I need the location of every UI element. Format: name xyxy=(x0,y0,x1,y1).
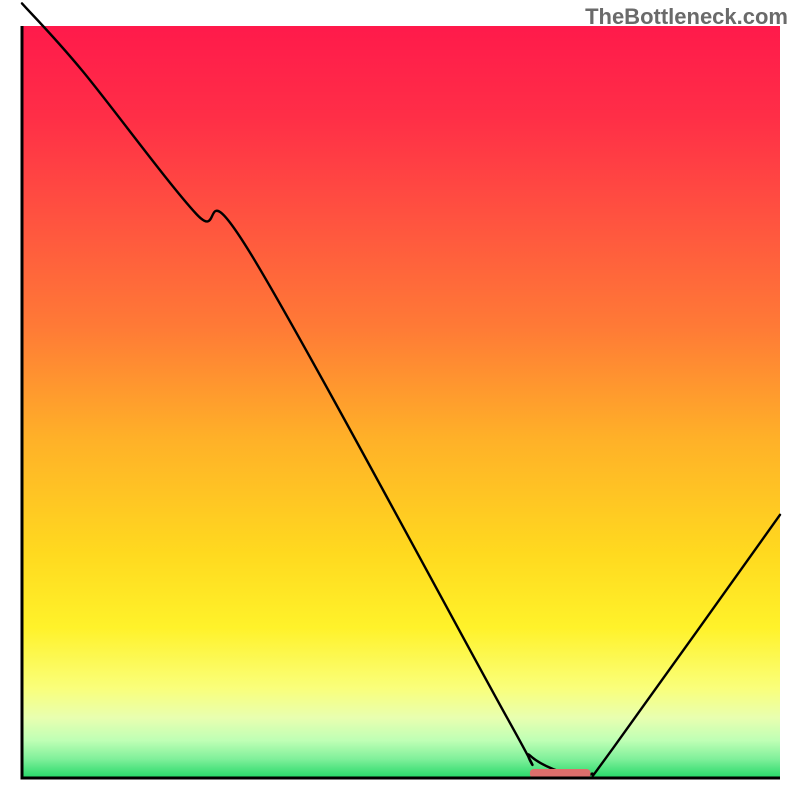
watermark-text: TheBottleneck.com xyxy=(585,4,788,30)
bottleneck-chart xyxy=(0,0,800,800)
